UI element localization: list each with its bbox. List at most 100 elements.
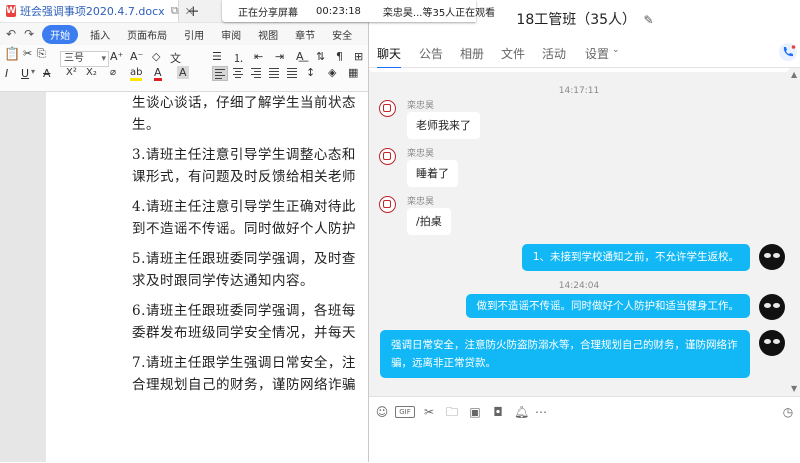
message-line: 骗，远离非正常贷款。 bbox=[391, 357, 496, 369]
sender-avatar[interactable] bbox=[379, 196, 396, 213]
doc-line: 5.请班主任跟班委同学强调，及时查 bbox=[132, 251, 356, 267]
sender-avatar[interactable] bbox=[379, 148, 396, 165]
tab-files[interactable]: 文件 bbox=[501, 45, 525, 62]
emoji-icon[interactable]: ☺ bbox=[375, 405, 389, 419]
clear-format-icon[interactable]: ◇ bbox=[152, 50, 160, 63]
tab-restore-icon[interactable]: ⧉ bbox=[171, 4, 179, 18]
scroll-up-icon[interactable]: ▲ bbox=[791, 70, 797, 79]
sort-icon[interactable]: ⇅ bbox=[316, 50, 325, 63]
document-page[interactable]: 生谈心谈话，仔细了解学生当前状态 生。 3.请班主任注意引导学生调整心态和 课形… bbox=[46, 92, 370, 462]
edit-icon[interactable]: ✎ bbox=[644, 13, 654, 27]
menu-view[interactable]: 视图 bbox=[258, 27, 278, 42]
share-status: 正在分享屏幕 bbox=[238, 7, 298, 19]
wps-menubar: ↶ ↷ 开始 插入 页面布局 引用 审阅 视图 章节 安全 bbox=[0, 23, 370, 45]
screen-share-bar[interactable]: 正在分享屏幕 00:23:18 栾忠昊...等35人正在观看 bbox=[222, 0, 495, 22]
tab-settings[interactable]: 设置 bbox=[585, 45, 609, 62]
message-list[interactable]: 14:17:11 栾忠昊 老师我来了 栾忠昊 睡着了 栾忠昊 /拍桌 1、未接到… bbox=[369, 68, 789, 396]
grow-font-button[interactable]: A⁺ bbox=[110, 50, 123, 63]
undo-icon[interactable]: ↶ bbox=[6, 27, 16, 41]
indent-icon[interactable]: ⇥ bbox=[275, 50, 284, 63]
font-color-button[interactable]: A bbox=[154, 67, 162, 81]
share-viewers[interactable]: 栾忠昊...等35人正在观看 bbox=[383, 4, 495, 19]
my-avatar[interactable] bbox=[759, 330, 785, 356]
phone-call-button[interactable] bbox=[779, 43, 797, 61]
new-tab-button[interactable]: + bbox=[187, 2, 200, 20]
message-bubble[interactable]: 1、未接到学校通知之前，不允许学生返校。 bbox=[521, 244, 750, 271]
phone-icon bbox=[783, 45, 796, 57]
redo-icon[interactable]: ↷ bbox=[24, 27, 34, 41]
previous-message-edge bbox=[369, 68, 789, 72]
more-icon[interactable]: ⋯ bbox=[534, 405, 548, 419]
message-input-area[interactable]: ☺ GIF ✂ 🗀 ▣ ◘ 🔔︎ ⋯ ◷ bbox=[369, 396, 800, 463]
table-icon[interactable]: ⊞ bbox=[354, 50, 363, 63]
font-size-select[interactable]: 三号 bbox=[60, 51, 109, 67]
tab-announcement[interactable]: 公告 bbox=[419, 45, 443, 62]
phonetic-button[interactable]: 文 bbox=[170, 50, 181, 66]
doc-line: 7.请班主任跟学生强调日常安全，注 bbox=[132, 355, 356, 371]
align-center-button[interactable] bbox=[231, 66, 245, 79]
tab-activities[interactable]: 活动 bbox=[542, 45, 566, 62]
bullet-list-icon[interactable]: ☰ bbox=[212, 50, 222, 63]
menu-references[interactable]: 引用 bbox=[184, 27, 204, 42]
document-tab[interactable]: W 班会强调事项2020.4.7.docx ⧉ ✕ bbox=[0, 0, 194, 22]
message-scrollbar[interactable]: ▲ ▼ bbox=[790, 68, 800, 396]
copy-icon[interactable]: ⎘ bbox=[37, 47, 46, 61]
chinese-layout-icon[interactable]: A͟ bbox=[296, 50, 304, 63]
show-marks-icon[interactable]: ¶ bbox=[336, 50, 343, 63]
gif-icon[interactable]: GIF bbox=[395, 406, 415, 418]
menu-review[interactable]: 审阅 bbox=[221, 27, 241, 42]
doc-line: 到不造谣不传谣。同时做好个人防护 bbox=[132, 221, 356, 237]
message-bubble[interactable]: 强调日常安全，注意防火防盗防溺水等，合理规划自己的财务，谨防网络诈 骗，远离非正… bbox=[380, 330, 750, 378]
qq-group-chat-window: 18工管班（35人） ✎ 聊天 公告 相册 文件 活动 设置 ⌄ 14:17:1… bbox=[368, 0, 800, 463]
bell-icon[interactable]: 🔔︎ bbox=[514, 405, 529, 419]
cut-icon[interactable]: ✂ bbox=[23, 47, 32, 60]
menu-insert[interactable]: 插入 bbox=[90, 27, 110, 42]
message-bubble[interactable]: 做到不造谣不传谣。同时做好个人防护和适当健身工作。 bbox=[465, 294, 750, 318]
format-painter-icon[interactable]: ⌀ bbox=[110, 67, 116, 78]
char-shading-button[interactable]: A bbox=[177, 66, 189, 79]
sender-name: 栾忠昊 bbox=[407, 149, 435, 159]
message-bubble[interactable]: /拍桌 bbox=[407, 208, 451, 235]
menu-start[interactable]: 开始 bbox=[42, 24, 79, 44]
italic-button[interactable]: I bbox=[5, 67, 8, 80]
underline-dropdown-icon[interactable]: ▾ bbox=[31, 67, 35, 76]
document-body: 生谈心谈话，仔细了解学生当前状态 生。 3.请班主任注意引导学生调整心态和 课形… bbox=[132, 92, 370, 404]
align-left-button[interactable] bbox=[212, 66, 228, 81]
message-bubble[interactable]: 睡着了 bbox=[407, 160, 458, 187]
distribute-button[interactable] bbox=[285, 66, 299, 79]
menu-security[interactable]: 安全 bbox=[332, 27, 352, 42]
doc-line: 求及时跟同学传达通知内容。 bbox=[132, 273, 314, 289]
my-avatar[interactable] bbox=[759, 244, 785, 270]
strikethrough-button[interactable]: A bbox=[43, 67, 51, 80]
menu-page-layout[interactable]: 页面布局 bbox=[127, 27, 167, 42]
scroll-down-icon[interactable]: ▼ bbox=[791, 384, 797, 393]
menu-section[interactable]: 章节 bbox=[295, 27, 315, 42]
tab-chat[interactable]: 聊天 bbox=[377, 45, 402, 69]
document-tab-title: 班会强调事项2020.4.7.docx bbox=[19, 5, 165, 18]
image-icon[interactable]: ▣ bbox=[468, 405, 482, 419]
subscript-button[interactable]: X₂ bbox=[86, 67, 97, 78]
my-avatar[interactable] bbox=[759, 294, 785, 320]
settings-chevron-down-icon[interactable]: ⌄ bbox=[612, 45, 620, 55]
scissors-icon[interactable]: ✂ bbox=[422, 405, 436, 419]
justify-button[interactable] bbox=[267, 66, 281, 79]
superscript-button[interactable]: X² bbox=[66, 67, 77, 78]
numbered-list-icon[interactable]: ⒈ bbox=[233, 50, 244, 66]
tab-album[interactable]: 相册 bbox=[460, 45, 484, 62]
border-icon[interactable]: ▦ bbox=[348, 66, 358, 79]
shrink-font-button[interactable]: A⁻ bbox=[130, 50, 143, 63]
shading-icon[interactable]: ◈ bbox=[328, 66, 336, 79]
timestamp: 14:24:04 bbox=[558, 281, 600, 291]
folder-icon[interactable]: 🗀 bbox=[445, 405, 459, 419]
doc-line: 4.请班主任注意引导学生正确对待此 bbox=[132, 199, 356, 215]
sender-avatar[interactable] bbox=[379, 100, 396, 117]
underline-button[interactable]: U bbox=[21, 67, 29, 80]
outdent-icon[interactable]: ⇤ bbox=[254, 50, 263, 63]
line-spacing-icon[interactable]: ↕ bbox=[306, 66, 315, 79]
highlight-button[interactable]: ab bbox=[130, 67, 143, 81]
message-bubble[interactable]: 老师我来了 bbox=[407, 112, 480, 139]
paste-icon[interactable]: 📋 bbox=[4, 47, 20, 62]
align-right-button[interactable] bbox=[249, 66, 263, 79]
shake-icon[interactable]: ◘ bbox=[491, 405, 505, 419]
history-icon[interactable]: ◷ bbox=[781, 405, 795, 419]
